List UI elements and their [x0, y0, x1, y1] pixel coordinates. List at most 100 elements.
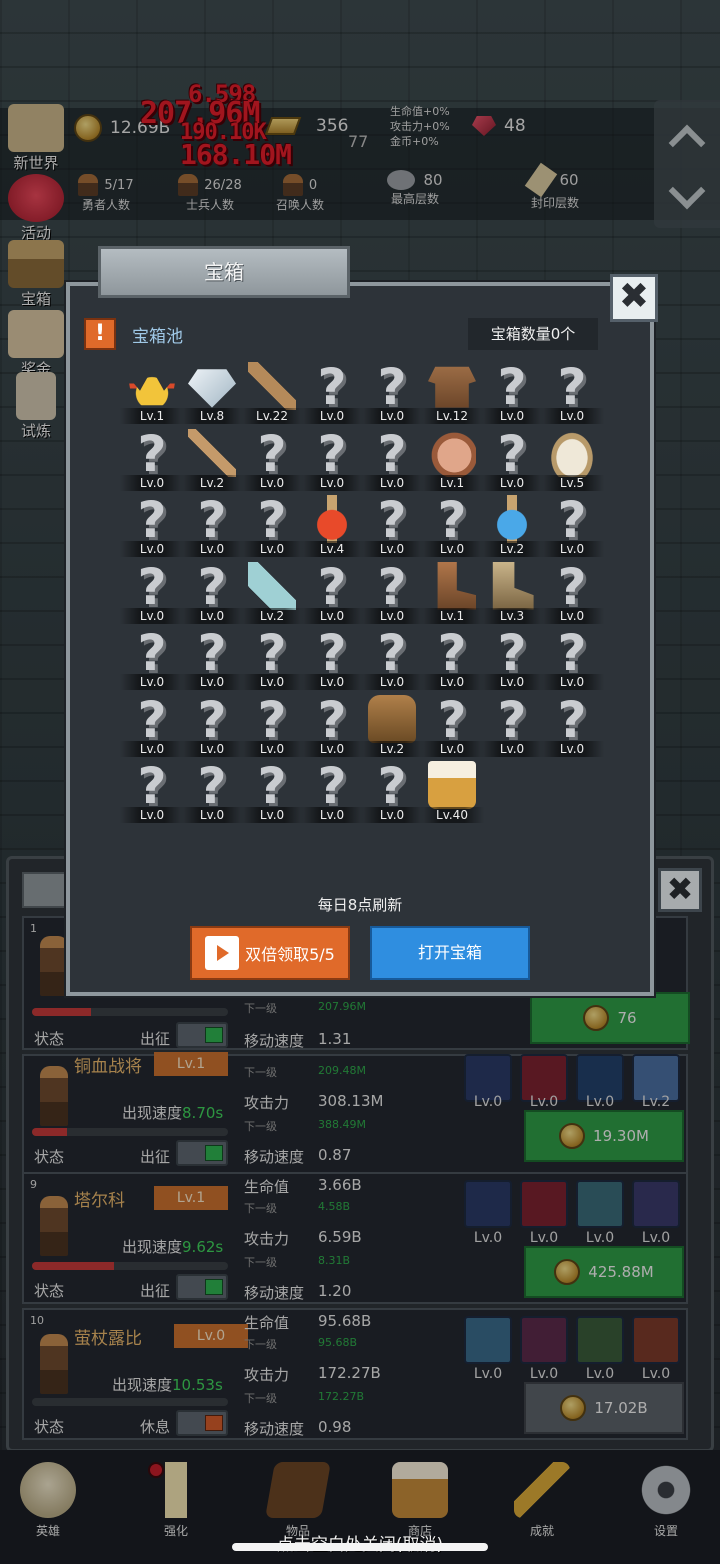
unknown-item-icon: ? [497, 358, 527, 416]
item-slot[interactable]: ? Lv.0 [420, 693, 484, 759]
item-slot[interactable]: ? Lv.0 [120, 493, 184, 559]
unknown-item-icon: ? [137, 557, 167, 616]
item-level: Lv.0 [360, 408, 424, 424]
item-slot[interactable]: ? Lv.0 [180, 759, 244, 825]
item-slot[interactable]: ? Lv.0 [120, 626, 184, 692]
unknown-item-icon: ? [197, 690, 227, 749]
item-slot[interactable]: ? Lv.0 [300, 557, 364, 626]
item-slot[interactable]: Lv.2 [240, 560, 304, 626]
crown-icon [128, 369, 176, 406]
item-slot[interactable]: ? Lv.0 [300, 360, 364, 426]
unknown-item-icon: ? [377, 491, 407, 549]
item-slot[interactable]: ? Lv.0 [300, 427, 364, 493]
pool-title: 宝箱池 [132, 327, 183, 347]
unknown-item-icon: ? [557, 358, 587, 416]
item-slot[interactable]: Lv.3 [480, 560, 544, 626]
close-icon: ✖ [618, 276, 650, 317]
item-level: Lv.0 [120, 607, 184, 624]
item-level: Lv.0 [540, 674, 604, 690]
item-level: Lv.0 [540, 740, 604, 757]
item-slot[interactable]: ? Lv.0 [480, 358, 544, 426]
item-slot[interactable]: ? Lv.0 [480, 626, 544, 692]
item-slot[interactable]: ? Lv.0 [360, 427, 424, 493]
item-slot[interactable]: ? Lv.0 [540, 358, 604, 426]
empty-bottle-icon [248, 561, 296, 610]
item-slot[interactable]: ? Lv.0 [420, 493, 484, 559]
item-slot[interactable]: Lv.1 [420, 560, 484, 626]
item-level: Lv.0 [480, 740, 544, 757]
unknown-item-icon: ? [137, 690, 167, 749]
item-level: Lv.0 [480, 408, 544, 424]
item-slot[interactable]: ? Lv.0 [300, 626, 364, 692]
item-level: Lv.0 [300, 607, 364, 624]
item-slot[interactable]: ? Lv.0 [120, 690, 184, 759]
item-level: Lv.0 [300, 740, 364, 757]
item-slot[interactable]: ? Lv.0 [300, 759, 364, 825]
boot-icon [437, 561, 476, 610]
item-slot[interactable]: ? Lv.0 [420, 626, 484, 692]
item-slot[interactable]: ? Lv.0 [540, 626, 604, 692]
item-slot[interactable]: Lv.2 [180, 427, 244, 493]
item-slot[interactable]: ? Lv.0 [360, 626, 424, 692]
item-level: Lv.0 [120, 807, 184, 823]
item-slot[interactable]: ? Lv.0 [360, 560, 424, 626]
unknown-item-icon: ? [197, 557, 227, 616]
item-slot[interactable]: ? Lv.0 [540, 693, 604, 759]
item-slot[interactable]: ? Lv.0 [120, 557, 184, 626]
unknown-item-icon: ? [197, 491, 227, 549]
item-slot[interactable]: Lv.4 [300, 493, 364, 559]
item-level: Lv.0 [300, 474, 364, 491]
item-slot[interactable]: Lv.5 [540, 427, 604, 493]
item-slot[interactable]: ? Lv.0 [360, 757, 424, 825]
item-slot[interactable]: Lv.2 [480, 493, 544, 559]
unknown-item-icon: ? [257, 690, 287, 749]
unknown-item-icon: ? [377, 757, 407, 815]
item-slot[interactable]: Lv.22 [240, 360, 304, 426]
refresh-note: 每日8点刷新 [317, 896, 403, 914]
item-slot[interactable]: ? Lv.0 [540, 557, 604, 626]
item-level: Lv.0 [180, 807, 244, 823]
item-slot[interactable]: ? Lv.0 [240, 493, 304, 559]
item-level: Lv.0 [420, 674, 484, 690]
item-slot[interactable]: ? Lv.0 [300, 690, 364, 759]
beer-icon [428, 761, 476, 809]
item-slot[interactable]: Lv.8 [180, 360, 244, 426]
item-slot[interactable]: ? Lv.0 [180, 491, 244, 559]
item-slot[interactable]: ? Lv.0 [360, 491, 424, 559]
item-slot[interactable]: ? Lv.0 [240, 427, 304, 493]
unknown-item-icon: ? [317, 557, 347, 616]
unknown-item-icon: ? [557, 557, 587, 616]
unknown-item-icon: ? [317, 690, 347, 749]
item-level: Lv.0 [360, 474, 424, 491]
open-chest-button[interactable]: 打开宝箱 [370, 926, 530, 980]
item-slot[interactable]: ? Lv.0 [480, 693, 544, 759]
item-slot[interactable]: ? Lv.0 [240, 690, 304, 759]
item-slot[interactable]: ? Lv.0 [180, 690, 244, 759]
modal-title: 宝箱 [98, 246, 350, 298]
item-level: Lv.2 [240, 607, 304, 624]
item-slot[interactable]: ? Lv.0 [240, 759, 304, 825]
item-slot[interactable]: ? Lv.0 [360, 360, 424, 426]
item-slot[interactable]: Lv.12 [420, 360, 484, 426]
item-level: Lv.1 [120, 408, 184, 424]
item-slot[interactable]: ? Lv.0 [120, 757, 184, 825]
item-slot[interactable]: ? Lv.0 [480, 427, 544, 493]
item-slot[interactable]: ? Lv.0 [540, 493, 604, 559]
item-slot[interactable]: ? Lv.0 [180, 557, 244, 626]
item-slot[interactable]: Lv.40 [420, 759, 484, 825]
item-slot[interactable]: ? Lv.0 [120, 427, 184, 493]
item-slot[interactable]: ? Lv.0 [240, 624, 304, 692]
item-level: Lv.8 [180, 408, 244, 424]
item-level: Lv.0 [120, 740, 184, 757]
item-slot[interactable]: Lv.2 [360, 693, 424, 759]
item-level: Lv.2 [480, 541, 544, 557]
item-slot[interactable]: Lv.1 [120, 360, 184, 426]
unknown-item-icon: ? [257, 624, 287, 682]
close-button[interactable]: ✖ [610, 274, 658, 322]
double-claim-button[interactable]: 双倍领取5/5 [190, 926, 350, 980]
unknown-item-icon: ? [137, 757, 167, 815]
item-slot[interactable]: Lv.1 [420, 427, 484, 493]
item-level: Lv.22 [240, 408, 304, 424]
item-slot[interactable]: ? Lv.0 [180, 626, 244, 692]
item-level: Lv.0 [480, 674, 544, 690]
